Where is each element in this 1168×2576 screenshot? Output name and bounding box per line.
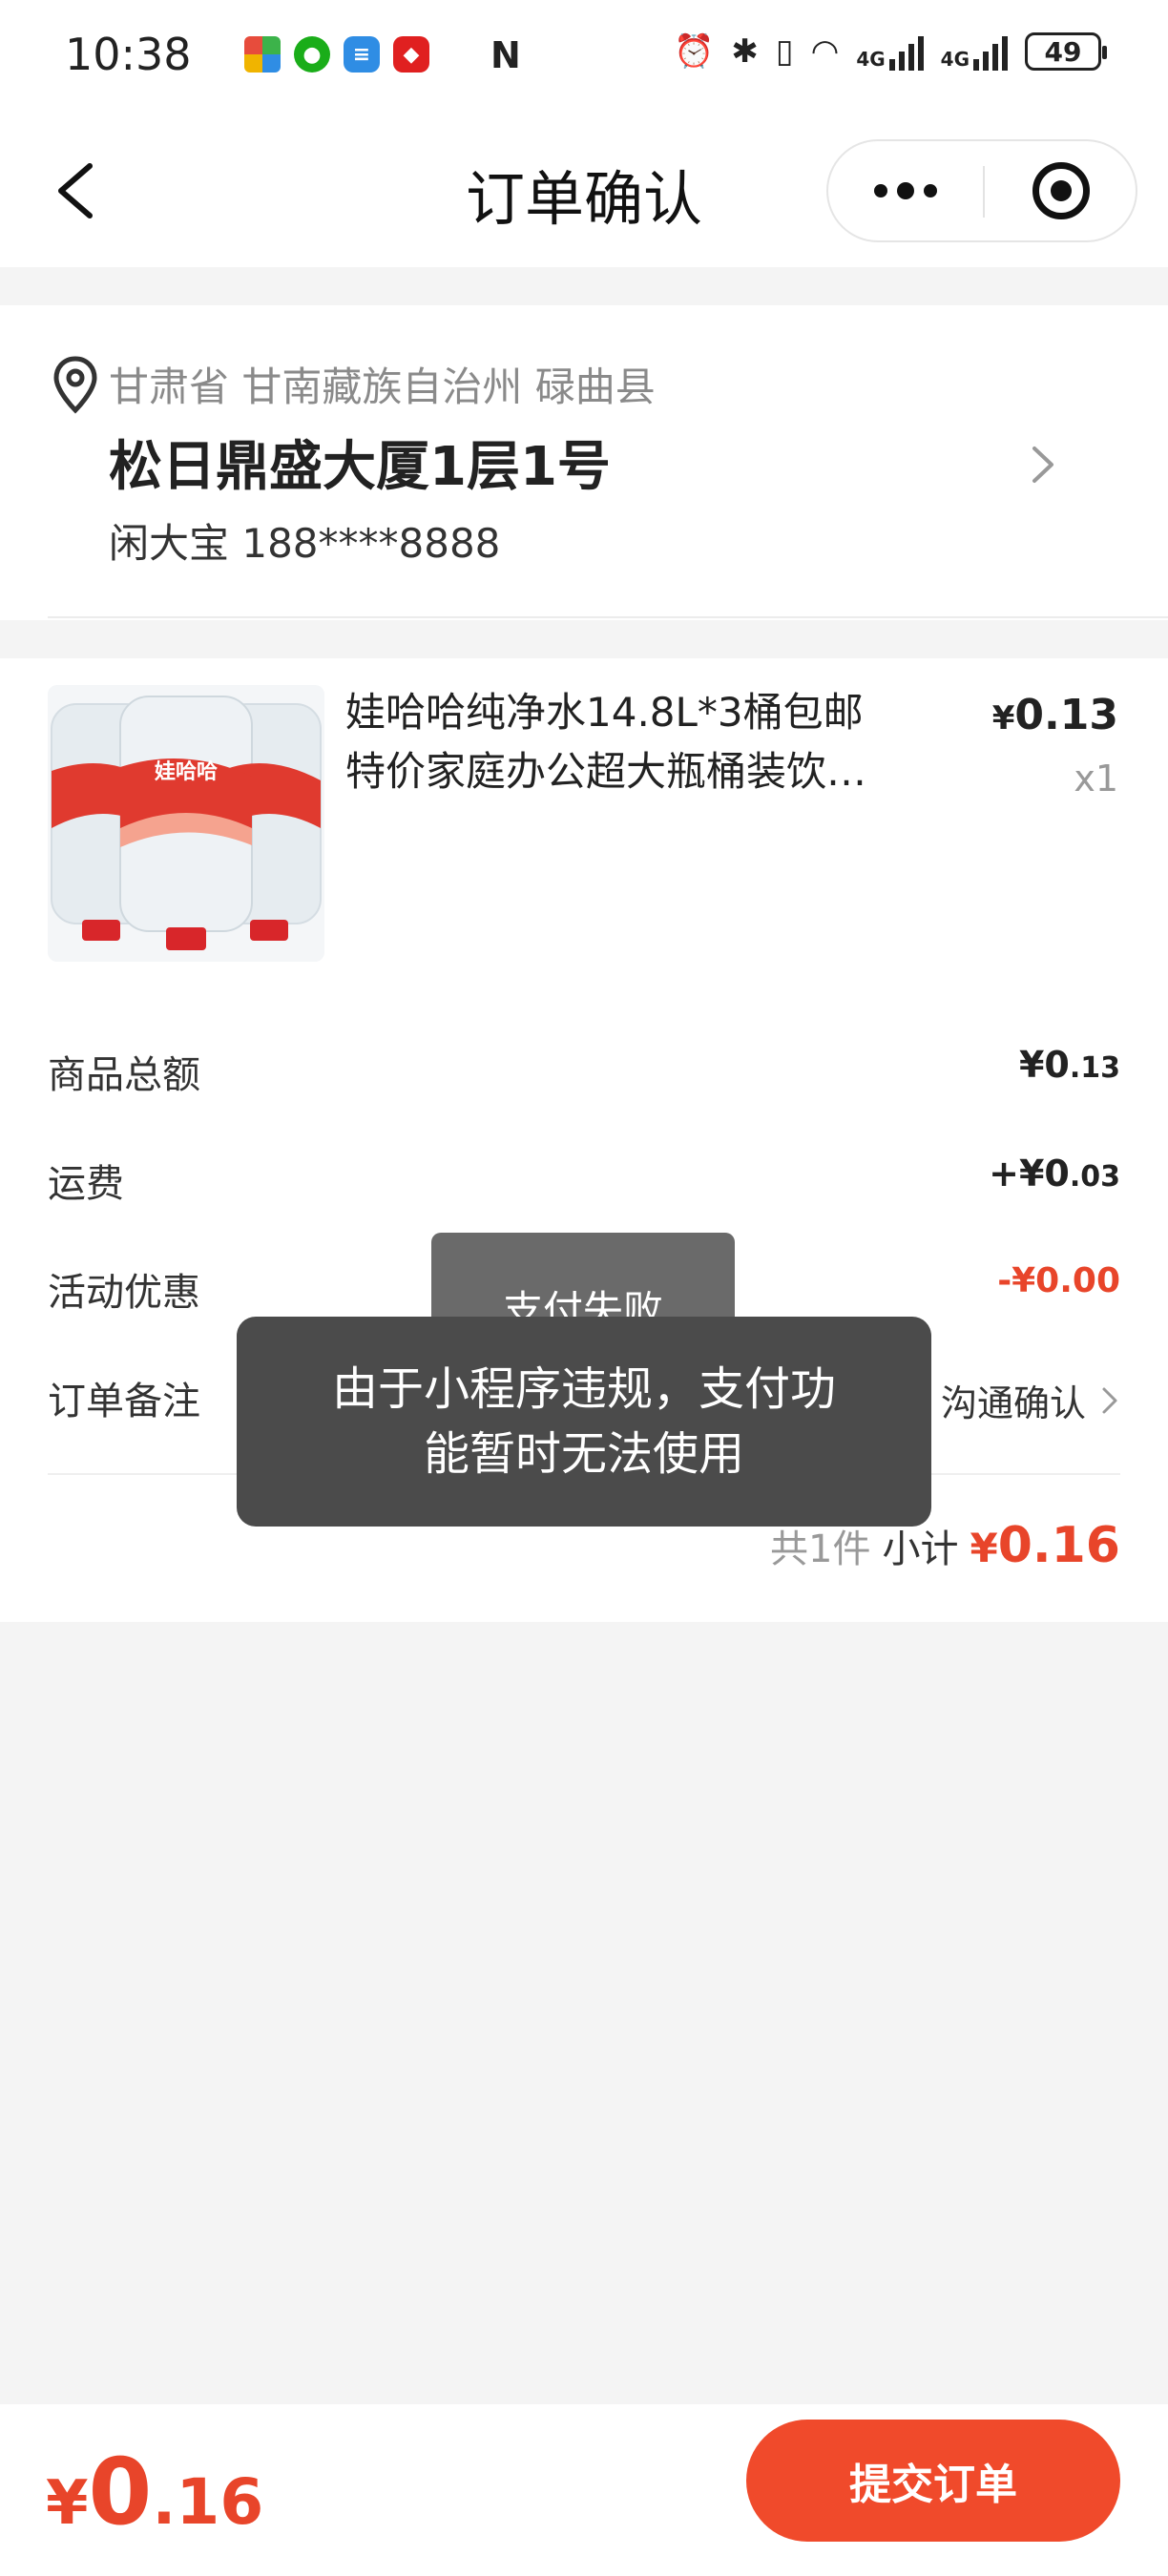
product-price: ¥0.13 <box>992 691 1118 739</box>
goods-total-dec: .13 <box>1069 1051 1120 1085</box>
goods-total-label: 商品总额 <box>48 1053 200 1097</box>
shipping-main: +¥0 <box>989 1153 1070 1195</box>
signal-icon-2: 4G <box>941 32 1008 71</box>
back-icon[interactable] <box>48 160 105 221</box>
bottom-bar: ¥0.16 提交订单 <box>0 2404 1168 2576</box>
order-note-value[interactable]: 沟通确认 <box>941 1374 1120 1426</box>
location-pin-icon <box>53 356 97 414</box>
shipping-row: 运费 +¥0.03 <box>48 1153 1120 1210</box>
bluetooth-icon: ✱ <box>731 32 759 71</box>
network-type-label-2: 4G <box>940 48 970 71</box>
system-status-icons: ⏰ ✱ ▯ ◠ 4G 4G 49 <box>674 32 1107 71</box>
shipping-dec: .03 <box>1069 1160 1120 1194</box>
status-time: 10:38 <box>65 29 192 80</box>
signal-icon: 4G <box>856 32 924 71</box>
goods-total-value: ¥0.13 <box>1019 1044 1120 1086</box>
chevron-right-icon <box>1102 1387 1117 1413</box>
product-price-dec: .13 <box>1044 691 1118 739</box>
vibrate-icon: ▯ <box>775 32 794 71</box>
total-int: 0 <box>88 2439 153 2545</box>
total-currency: ¥ <box>46 2468 89 2539</box>
goods-total-main: ¥0 <box>1018 1044 1070 1086</box>
total-dec: .16 <box>152 2465 264 2539</box>
address-region: 甘肃省 甘南藏族自治州 碌曲县 <box>109 364 656 410</box>
address-contact: 闲大宝 188****8888 <box>109 520 501 567</box>
subtotal-amount: ¥0.16 <box>970 1517 1120 1574</box>
chevron-right-icon <box>1032 447 1053 483</box>
nfc-icon: N <box>490 34 521 76</box>
product-price-int: 0 <box>1014 691 1045 739</box>
app-store-icon <box>244 36 281 73</box>
shipping-label: 运费 <box>48 1162 124 1206</box>
product-quantity: x1 <box>1074 758 1118 800</box>
nav-bar: 订单确认 <box>0 114 1168 267</box>
address-divider <box>48 616 1168 618</box>
total-price: ¥0.16 <box>46 2439 263 2545</box>
alarm-icon: ⏰ <box>674 32 715 71</box>
battery-icon: 49 <box>1025 32 1107 71</box>
app-notification-icon: ◆ <box>393 36 429 73</box>
product-image[interactable]: 娃哈哈 <box>48 685 324 962</box>
network-type-label: 4G <box>856 48 886 71</box>
wifi-icon: ◠ <box>810 32 840 71</box>
violation-toast: 由于小程序违规，支付功能暂时无法使用 <box>237 1317 931 1527</box>
wechat-icon: ● <box>294 36 330 73</box>
water-bottles-image: 娃哈哈 <box>48 685 324 962</box>
discount-value: -¥0.00 <box>997 1261 1120 1300</box>
discount-label: 活动优惠 <box>48 1271 200 1315</box>
notification-icons: ● ≡ ◆ <box>244 36 429 73</box>
product-title[interactable]: 娃哈哈纯净水14.8L*3桶包邮特价家庭办公超大瓶桶装饮… <box>345 683 899 801</box>
address-detail: 松日鼎盛大厦1层1号 <box>109 436 611 498</box>
mini-program-capsule <box>826 139 1137 242</box>
product-price-currency: ¥ <box>991 699 1015 737</box>
close-mini-program-icon[interactable] <box>985 141 1137 240</box>
message-icon: ≡ <box>344 36 380 73</box>
order-note-label: 订单备注 <box>48 1380 200 1423</box>
order-note-text: 沟通确认 <box>940 1382 1086 1424</box>
more-icon[interactable] <box>828 141 983 240</box>
address-card[interactable]: 甘肃省 甘南藏族自治州 碌曲县 松日鼎盛大厦1层1号 闲大宝 188****88… <box>0 305 1168 620</box>
shipping-value: +¥0.03 <box>989 1153 1120 1195</box>
subtotal-currency: ¥ <box>970 1525 998 1571</box>
goods-total-row: 商品总额 ¥0.13 <box>48 1044 1120 1101</box>
status-bar: 10:38 ● ≡ ◆ N ⏰ ✱ ▯ ◠ 4G 4G 49 <box>0 0 1168 114</box>
subtotal-value: 0.16 <box>997 1517 1120 1574</box>
submit-order-button[interactable]: 提交订单 <box>746 2420 1120 2542</box>
product-image-brand: 娃哈哈 <box>154 759 218 784</box>
